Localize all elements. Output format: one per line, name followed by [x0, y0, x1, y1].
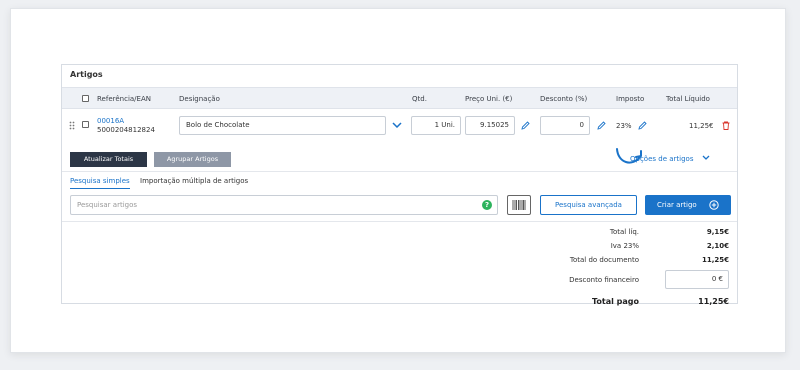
designacao-input[interactable]: Bolo de Chocolate: [179, 116, 386, 135]
total-liq-value: 9,15€: [706, 228, 729, 236]
pesquisa-avancada-button[interactable]: Pesquisa avançada: [540, 195, 637, 215]
iva-label: Iva 23%: [610, 242, 639, 250]
select-all-checkbox[interactable]: [82, 95, 89, 102]
divider: [62, 171, 737, 172]
criar-artigo-button[interactable]: Criar artigo: [645, 195, 731, 215]
tab-importacao-multipla[interactable]: Importação múltipla de artigos: [140, 177, 248, 185]
total-liq-label: Total líq.: [609, 228, 639, 236]
help-icon[interactable]: ?: [482, 200, 492, 210]
total-pago-value: 11,25€: [698, 297, 729, 306]
preco-input[interactable]: 9.15025: [465, 116, 515, 135]
desconto-financeiro-label: Desconto financeiro: [569, 276, 639, 284]
row-checkbox[interactable]: [82, 121, 89, 128]
total-documento-value: 11,25€: [701, 256, 729, 264]
plus-circle-icon: [709, 200, 719, 210]
col-preco: Preço Uni. (€): [465, 95, 513, 103]
table-header: Referência/EAN Designação Qtd. Preço Uni…: [62, 87, 737, 109]
desconto-financeiro-input[interactable]: 0 €: [665, 270, 729, 289]
col-ref: Referência/EAN: [97, 95, 151, 103]
col-designacao: Designação: [179, 95, 220, 103]
search-input[interactable]: Pesquisar artigos: [70, 195, 498, 215]
panel-title: Artigos: [70, 70, 103, 79]
trash-icon[interactable]: [722, 121, 730, 130]
opcoes-label: Opções de artigos: [630, 155, 694, 163]
chevron-down-icon[interactable]: [392, 122, 402, 129]
col-total: Total Líquido: [666, 95, 710, 103]
col-qtd: Qtd.: [412, 95, 427, 103]
desconto-input[interactable]: 0: [540, 116, 590, 135]
total-value: 11,25€: [689, 122, 714, 130]
barcode-icon: [512, 200, 526, 210]
iva-value: 2,10€: [706, 242, 729, 250]
item-ref-link[interactable]: 00016A: [97, 117, 124, 125]
divider: [62, 221, 737, 222]
edit-pencil-icon[interactable]: [597, 121, 606, 130]
item-ean: 5000204812824: [97, 126, 155, 134]
criar-artigo-label: Criar artigo: [657, 201, 697, 209]
curved-arrow-annotation-icon: [616, 148, 642, 164]
drag-handle-icon[interactable]: [69, 121, 75, 130]
edit-pencil-icon[interactable]: [521, 121, 530, 130]
total-documento-label: Total do documento: [569, 256, 639, 264]
col-desconto: Desconto (%): [540, 95, 588, 103]
chevron-down-icon: [702, 155, 710, 160]
atualizar-totais-button[interactable]: Atualizar Totais: [70, 152, 147, 167]
qtd-input[interactable]: 1 Uni.: [411, 116, 461, 135]
articles-panel: Artigos Referência/EAN Designação Qtd. P…: [61, 64, 738, 306]
agrupar-artigos-button[interactable]: Agrupar Artigos: [154, 152, 231, 167]
total-pago-label: Total pago: [592, 297, 639, 306]
tab-pesquisa-simples[interactable]: Pesquisa simples: [70, 177, 130, 189]
content-card: Artigos Referência/EAN Designação Qtd. P…: [10, 8, 786, 353]
col-imposto: Imposto: [616, 95, 645, 103]
opcoes-artigos-link[interactable]: Opções de artigos: [630, 155, 710, 163]
barcode-scan-button[interactable]: [507, 195, 531, 215]
